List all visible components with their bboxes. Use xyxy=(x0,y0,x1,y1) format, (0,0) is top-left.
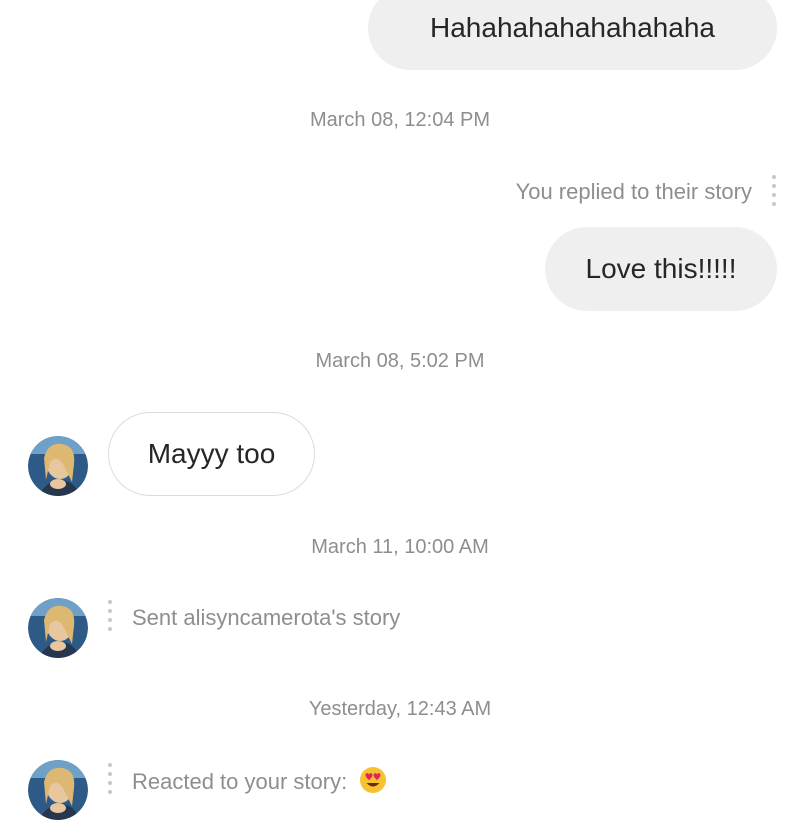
story-reply-label: You replied to their story xyxy=(515,179,752,204)
message-text: Hahahahahahahahaha xyxy=(430,12,715,43)
incoming-message-bubble[interactable]: Mayyy too xyxy=(108,412,315,496)
avatar[interactable] xyxy=(28,436,88,496)
timestamp: March 11, 10:00 AM xyxy=(311,536,489,558)
message-text: Love this!!!!! xyxy=(585,253,737,284)
timestamp: Yesterday, 12:43 AM xyxy=(308,698,492,720)
avatar[interactable] xyxy=(28,760,88,820)
message-text: Mayyy too xyxy=(147,438,276,469)
sent-story-text: Sent alisyncamerota's story xyxy=(132,605,401,630)
outgoing-message-bubble[interactable]: Love this!!!!! xyxy=(545,227,777,311)
reacted-story-text: Reacted to your story: xyxy=(132,766,387,800)
outgoing-message-bubble[interactable]: Hahahahahahahahaha xyxy=(368,0,777,70)
vertical-dots-icon[interactable] xyxy=(108,763,112,794)
avatar[interactable] xyxy=(28,598,88,658)
reacted-story-label: Reacted to your story: xyxy=(132,768,348,794)
timestamp: March 08, 12:04 PM xyxy=(309,109,491,131)
vertical-dots-icon[interactable] xyxy=(772,175,776,206)
timestamp: March 08, 5:02 PM xyxy=(315,350,485,372)
vertical-dots-icon[interactable] xyxy=(108,600,112,631)
heart-eyes-emoji-icon xyxy=(359,766,387,800)
